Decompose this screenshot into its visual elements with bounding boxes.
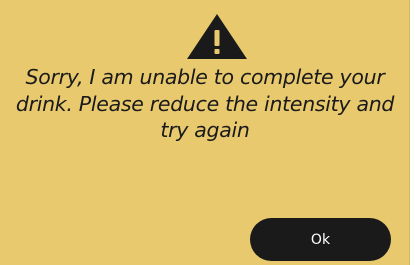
error-message: Sorry, I am unable to complete your drin… bbox=[15, 65, 395, 142]
ok-button[interactable]: Ok bbox=[250, 218, 391, 261]
error-dialog: Sorry, I am unable to complete your drin… bbox=[0, 0, 410, 265]
warning-triangle-icon bbox=[187, 14, 247, 59]
